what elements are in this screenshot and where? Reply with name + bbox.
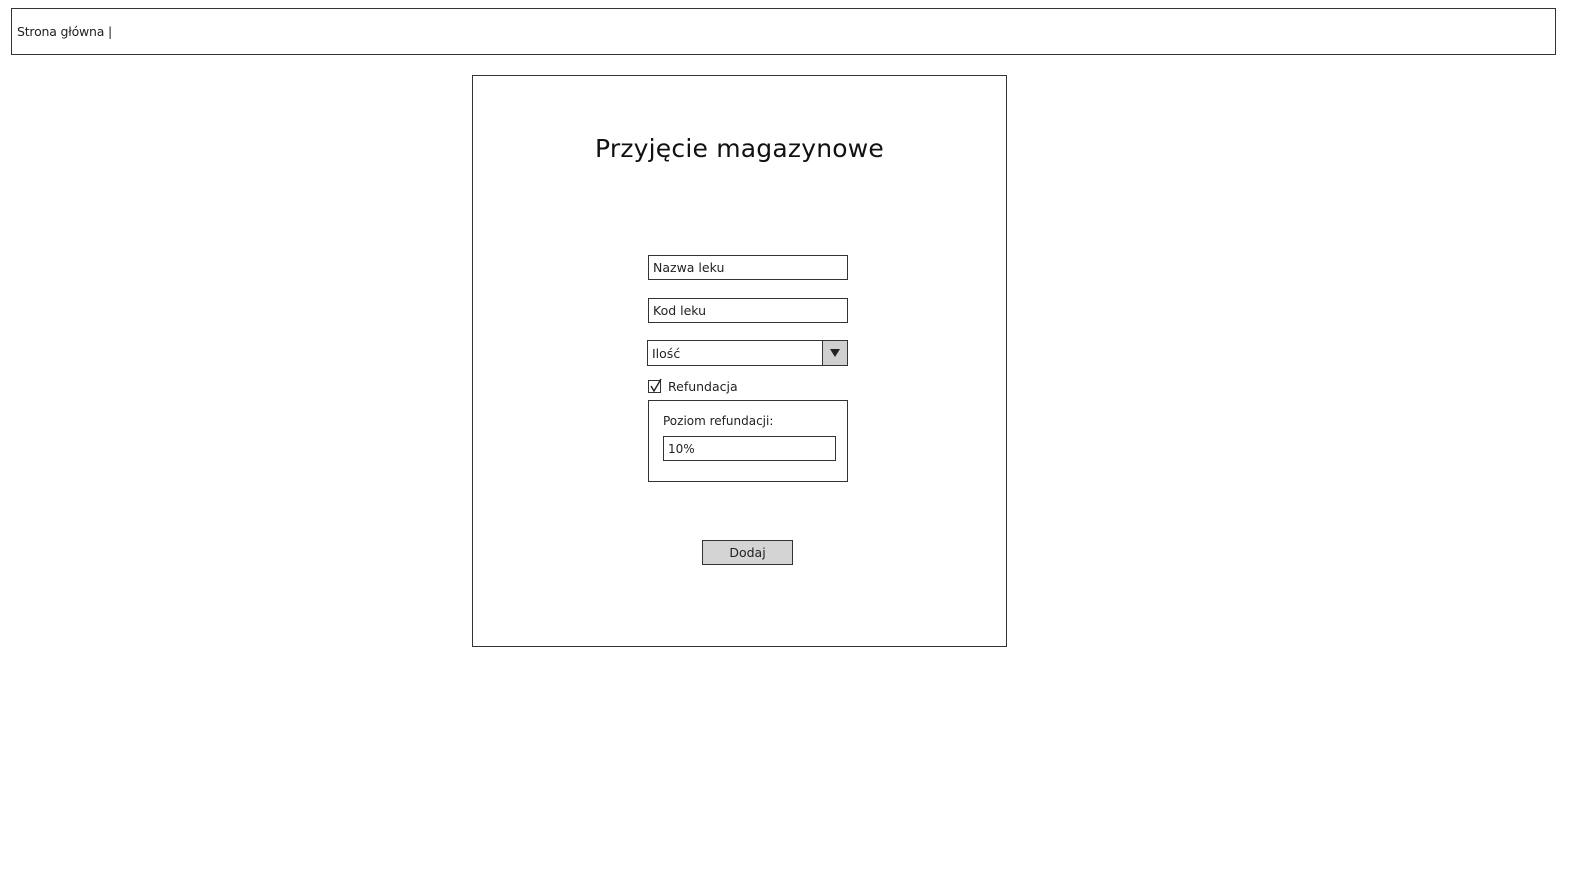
page-title: Przyjęcie magazynowe bbox=[595, 134, 884, 163]
checkmark-icon bbox=[650, 378, 662, 393]
refund-checkbox-label: Refundacja bbox=[668, 379, 738, 394]
chevron-down-icon bbox=[830, 349, 840, 357]
stock-receipt-panel: Przyjęcie magazynowe Ilość Refundacja Po… bbox=[472, 75, 1007, 647]
refund-level-label: Poziom refundacji: bbox=[663, 414, 774, 428]
drug-code-input[interactable] bbox=[648, 298, 848, 323]
refund-level-group: Poziom refundacji: bbox=[648, 400, 848, 482]
quantity-dropdown-button[interactable] bbox=[822, 341, 847, 365]
refund-level-input[interactable] bbox=[663, 436, 836, 461]
breadcrumb-home-link[interactable]: Strona główna | bbox=[17, 24, 112, 39]
drug-name-input[interactable] bbox=[648, 255, 848, 280]
quantity-select-value: Ilość bbox=[652, 346, 681, 361]
quantity-select[interactable]: Ilość bbox=[647, 340, 848, 366]
refund-checkbox[interactable] bbox=[648, 378, 662, 393]
add-button[interactable]: Dodaj bbox=[702, 540, 793, 565]
top-navigation-bar: Strona główna | bbox=[11, 8, 1556, 55]
